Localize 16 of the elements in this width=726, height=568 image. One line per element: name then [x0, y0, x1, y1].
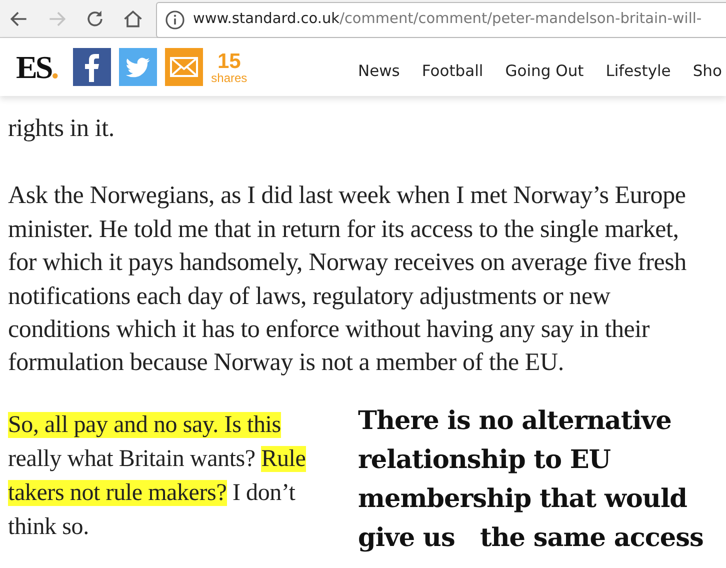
share-count: 15	[217, 50, 241, 72]
nav-link[interactable]: Sho	[692, 60, 722, 84]
article-paragraph: So, all pay and no say. Is this really what Britain wants? Rule takers not rule makers? I don’t think so.	[8, 410, 307, 542]
site-logo[interactable]: ES.	[16, 51, 58, 83]
nav-link[interactable]: Football	[422, 60, 484, 84]
article-paragraph: Ask the Norwegians, as I did last week when I met Norway’s Europe minister. He told me that in return for its access to the single market, for which it pays handsomely, Norway receives on average five fresh notifications each day of laws, regulatory adjustments or new conditions which it has to enforce without having any say in their formulation because Norway is not a member of the EU.	[8, 181, 688, 378]
pull-quote: There is no alternative relationship to EU membership that would give us the same access	[358, 404, 704, 555]
nav-link[interactable]: Lifestyle	[606, 60, 671, 84]
nav-link[interactable]: Going Out	[505, 60, 584, 84]
address-bar[interactable]: www.standard.co.uk/comment/comment/peter-mandelson-britain-will-	[156, 2, 726, 38]
info-icon[interactable]	[165, 10, 185, 30]
article-paragraph: rights in it.	[8, 114, 116, 144]
shares-label: shares	[211, 72, 248, 84]
nav-link[interactable]: News	[358, 60, 400, 84]
facebook-icon[interactable]	[73, 48, 112, 86]
home-icon[interactable]	[122, 8, 144, 30]
